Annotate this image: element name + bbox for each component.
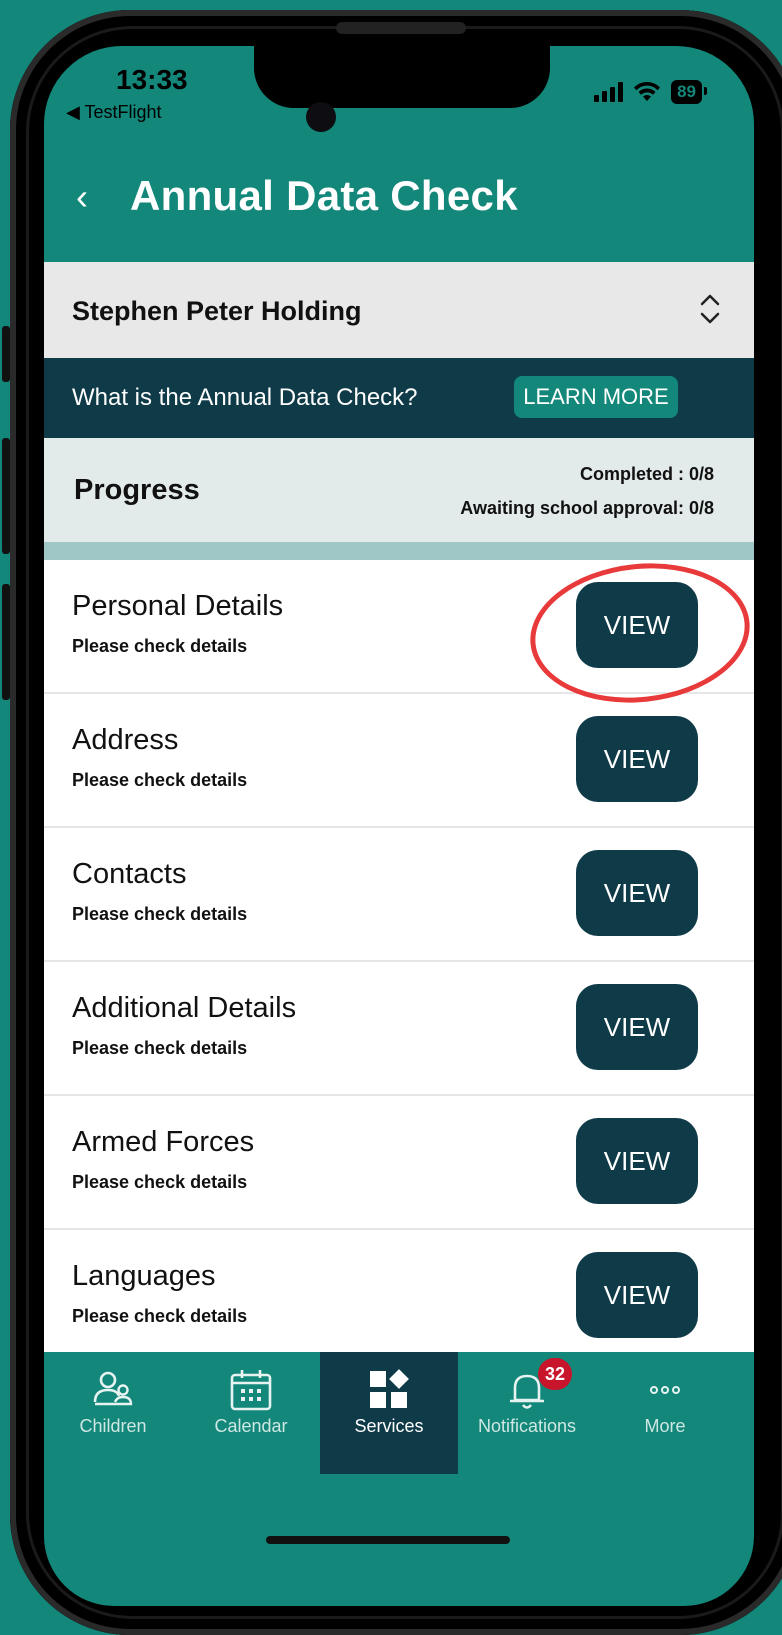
completed-count: Completed : 0/8 bbox=[579, 464, 714, 484]
more-icon bbox=[650, 1386, 680, 1394]
awaiting-count: Awaiting school approval: 0/8 bbox=[460, 498, 714, 518]
section-subtitle: Please check details bbox=[72, 770, 248, 790]
chevron-up-down-icon bbox=[700, 294, 720, 324]
progress-title: Progress bbox=[74, 474, 200, 506]
front-camera bbox=[306, 102, 336, 132]
list-item: Additional Details Please check details … bbox=[44, 962, 754, 1096]
section-subtitle: Please check details bbox=[72, 904, 248, 924]
info-bar: What is the Annual Data Check? LEARN MOR… bbox=[44, 358, 754, 438]
section-title: Address bbox=[72, 724, 179, 756]
section-list: Personal Details Please check details VI… bbox=[44, 552, 754, 1354]
notification-badge: 32 bbox=[538, 1358, 572, 1390]
home-indicator[interactable] bbox=[266, 1536, 510, 1544]
list-item: Address Please check details VIEW bbox=[44, 694, 754, 828]
learn-more-button[interactable]: LEARN MORE bbox=[514, 376, 678, 418]
list-item: Personal Details Please check details VI… bbox=[44, 552, 754, 714]
view-button-contacts[interactable]: VIEW bbox=[576, 850, 698, 936]
tab-label: Children bbox=[79, 1416, 147, 1436]
page-header: ‹ Annual Data Check bbox=[44, 154, 754, 264]
view-button-address[interactable]: VIEW bbox=[576, 716, 698, 802]
section-title: Languages bbox=[72, 1260, 216, 1292]
view-button-languages[interactable]: VIEW bbox=[576, 1252, 698, 1338]
children-icon bbox=[93, 1371, 133, 1406]
volume-down-button bbox=[2, 584, 10, 700]
tab-label: Services bbox=[354, 1416, 424, 1436]
info-question: What is the Annual Data Check? bbox=[72, 384, 418, 411]
progress-strip bbox=[44, 542, 754, 560]
list-item: Contacts Please check details VIEW bbox=[44, 828, 754, 962]
page-title: Annual Data Check bbox=[130, 172, 518, 219]
status-back-to-app[interactable]: ◀ TestFlight bbox=[66, 102, 162, 123]
mute-switch bbox=[2, 326, 10, 382]
child-selector[interactable]: Stephen Peter Holding bbox=[44, 262, 754, 358]
tab-label: Calendar bbox=[214, 1416, 288, 1436]
tab-more[interactable]: More bbox=[596, 1352, 734, 1474]
status-indicators: 89 bbox=[594, 80, 707, 104]
view-button-personal-details[interactable]: VIEW bbox=[576, 582, 698, 668]
battery-icon: 89 bbox=[671, 80, 707, 104]
view-button-additional-details[interactable]: VIEW bbox=[576, 984, 698, 1070]
notch bbox=[254, 46, 550, 108]
section-subtitle: Please check details bbox=[72, 636, 248, 656]
back-chevron-icon[interactable]: ‹ bbox=[76, 176, 88, 218]
tab-calendar[interactable]: Calendar bbox=[182, 1352, 320, 1474]
wifi-icon bbox=[634, 81, 661, 101]
tab-label: Notifications bbox=[477, 1416, 577, 1436]
cellular-signal-icon bbox=[594, 82, 624, 102]
volume-up-button bbox=[2, 438, 10, 554]
list-item: Armed Forces Please check details VIEW bbox=[44, 1096, 754, 1230]
tab-notifications[interactable]: 32 Notifications bbox=[458, 1352, 596, 1474]
section-title: Additional Details bbox=[72, 992, 297, 1024]
tab-label: More bbox=[644, 1416, 686, 1436]
section-title: Personal Details bbox=[72, 590, 284, 622]
child-name: Stephen Peter Holding bbox=[72, 296, 362, 326]
bottom-tab-bar: Children Calendar Services 32 Notificati… bbox=[44, 1352, 754, 1474]
tab-services[interactable]: Services bbox=[320, 1352, 458, 1474]
section-subtitle: Please check details bbox=[72, 1038, 248, 1058]
app-screen: 13:33 ◀ TestFlight 89 ‹ Annual Data Chec… bbox=[44, 46, 754, 1606]
tab-children[interactable]: Children bbox=[44, 1352, 182, 1474]
services-icon bbox=[370, 1369, 409, 1408]
progress-summary: Progress Completed : 0/8 Awaiting school… bbox=[44, 438, 754, 542]
section-subtitle: Please check details bbox=[72, 1306, 248, 1326]
section-subtitle: Please check details bbox=[72, 1172, 248, 1192]
section-title: Contacts bbox=[72, 858, 187, 890]
speaker-grille bbox=[336, 22, 466, 34]
status-time: 13:33 bbox=[116, 64, 188, 95]
view-button-armed-forces[interactable]: VIEW bbox=[576, 1118, 698, 1204]
list-item: Languages Please check details VIEW bbox=[44, 1230, 754, 1362]
section-title: Armed Forces bbox=[72, 1126, 255, 1158]
calendar-icon bbox=[230, 1370, 272, 1411]
